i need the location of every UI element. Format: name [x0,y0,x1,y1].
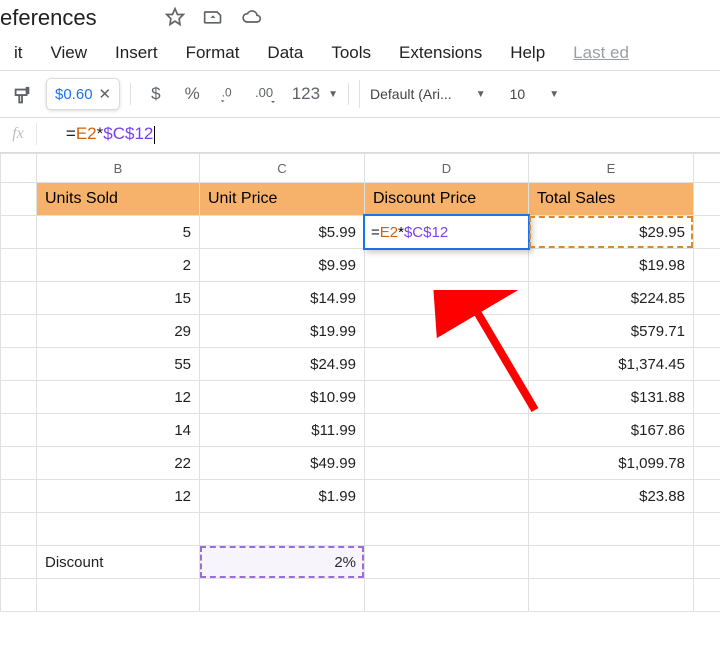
cell[interactable]: $1.99 [200,480,365,513]
cell[interactable]: 14 [37,414,200,447]
header-discount-price[interactable]: Discount Price [365,183,529,216]
formula-preview-value: $0.60 [55,86,93,103]
cell-editing[interactable]: =E2*$C$12 [365,216,529,249]
cell[interactable]: $5.99 [200,216,365,249]
cell[interactable]: $131.88 [529,381,694,414]
cell[interactable]: $19.99 [200,315,365,348]
cell[interactable]: $29.95 [529,216,694,249]
cell[interactable]: $19.98 [529,249,694,282]
menu-bar: it View Insert Format Data Tools Extensi… [0,36,720,70]
chevron-down-icon: ▼ [549,89,559,100]
menu-data[interactable]: Data [253,43,317,63]
formula-preview[interactable]: $0.60 ✕ [46,78,120,110]
header-total-sales[interactable]: Total Sales [529,183,694,216]
cell[interactable] [200,579,365,612]
cell[interactable]: 15 [37,282,200,315]
increase-decimal-icon[interactable]: .00 [250,79,282,109]
percent-button[interactable]: % [175,84,210,104]
discount-label-cell[interactable]: Discount [37,546,200,579]
cell[interactable]: $11.99 [200,414,365,447]
cell[interactable] [365,348,529,381]
col-header-e[interactable]: E [529,154,694,183]
cell[interactable] [365,381,529,414]
currency-button[interactable]: $ [141,84,170,104]
cell[interactable]: 12 [37,480,200,513]
cell[interactable]: 55 [37,348,200,381]
col-header[interactable] [694,154,720,183]
cell[interactable] [365,249,529,282]
formula-bar[interactable]: =E2*$C$12 [37,104,155,164]
cell[interactable] [37,579,200,612]
svg-text:.0: .0 [221,86,231,100]
last-edit-link[interactable]: Last ed [559,43,643,63]
spreadsheet-grid[interactable]: B C D E Units Sold Unit Price Discount P… [0,152,720,612]
cell[interactable]: $1,099.78 [529,447,694,480]
cell[interactable] [365,414,529,447]
header-units-sold[interactable]: Units Sold [37,183,200,216]
cell[interactable]: 29 [37,315,200,348]
svg-text:.00: .00 [255,85,273,100]
chevron-down-icon: ▼ [476,89,486,100]
decrease-decimal-icon[interactable]: .0 [214,79,246,109]
paint-format-icon[interactable] [6,79,38,109]
fx-icon[interactable]: fx [0,125,36,143]
cell[interactable] [200,513,365,546]
cell[interactable]: $579.71 [529,315,694,348]
cell[interactable]: $14.99 [200,282,365,315]
doc-title[interactable]: eferences [0,5,155,31]
cell[interactable]: 2 [37,249,200,282]
cell[interactable] [529,513,694,546]
menu-edit[interactable]: it [0,43,37,63]
font-family-select[interactable]: Default (Ari... ▼ [359,80,496,108]
menu-insert[interactable]: Insert [101,43,172,63]
cell[interactable]: $1,374.45 [529,348,694,381]
menu-tools[interactable]: Tools [317,43,385,63]
header-unit-price[interactable]: Unit Price [200,183,365,216]
cell[interactable]: $49.99 [200,447,365,480]
star-icon[interactable] [165,7,185,30]
menu-extensions[interactable]: Extensions [385,43,496,63]
cell[interactable] [365,513,529,546]
cell[interactable] [37,513,200,546]
cell[interactable]: $9.99 [200,249,365,282]
cell[interactable]: $10.99 [200,381,365,414]
cell[interactable] [365,546,529,579]
cell[interactable]: 12 [37,381,200,414]
move-icon[interactable] [203,7,223,30]
cell[interactable]: $167.86 [529,414,694,447]
cell[interactable] [529,546,694,579]
col-header-d[interactable]: D [365,154,529,183]
cell[interactable] [529,579,694,612]
more-formats-button[interactable]: 123 ▼ [286,84,338,104]
cloud-icon[interactable] [241,7,263,30]
menu-format[interactable]: Format [172,43,254,63]
cell[interactable] [365,579,529,612]
col-header[interactable] [1,154,37,183]
menu-view[interactable]: View [37,43,102,63]
cell[interactable]: $23.88 [529,480,694,513]
cell[interactable] [365,480,529,513]
cell[interactable]: 5 [37,216,200,249]
cell[interactable]: 22 [37,447,200,480]
cell[interactable]: $224.85 [529,282,694,315]
close-icon[interactable]: ✕ [99,85,112,103]
cell[interactable]: $24.99 [200,348,365,381]
menu-help[interactable]: Help [496,43,559,63]
cell[interactable] [365,282,529,315]
cell[interactable] [365,447,529,480]
font-size-select[interactable]: 10 ▼ [500,86,569,102]
chevron-down-icon: ▼ [328,89,338,100]
col-header-c[interactable]: C [200,154,365,183]
cell[interactable] [365,315,529,348]
discount-value-cell[interactable]: 2% [200,546,365,579]
